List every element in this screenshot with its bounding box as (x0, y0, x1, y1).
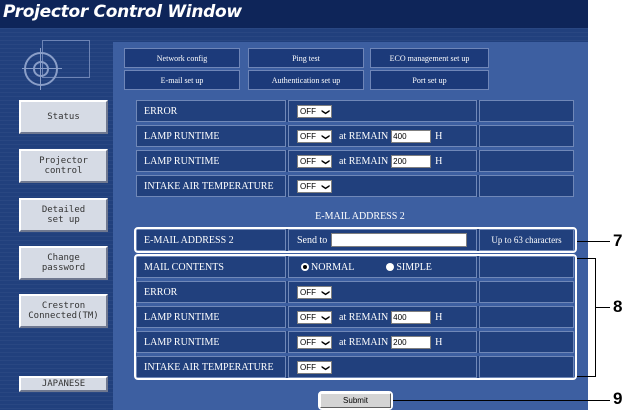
addr1-lamp1-label: LAMP RUNTIME (136, 125, 286, 147)
tab-ping-test[interactable]: Ping test (248, 48, 364, 68)
addr1-lamp-runtime-row-1: LAMP RUNTIME OFF ❯ at REMAIN 400 H (136, 125, 574, 147)
chevron-down-icon: ❯ (321, 183, 331, 190)
tab-authentication-setup[interactable]: Authentication set up (248, 70, 364, 90)
addr1-lamp1-select[interactable]: OFF ❯ (297, 129, 332, 143)
callout-number-9: 9 (613, 389, 623, 408)
sidebar-button-crestron-connected[interactable]: Crestron Connected(TM) (19, 294, 108, 328)
callout-leader-8-bottom (577, 376, 595, 377)
chevron-down-icon: ❯ (321, 108, 331, 115)
callout-frame-7 (134, 227, 577, 253)
addr1-error-select[interactable]: OFF ❯ (297, 104, 332, 118)
callout-leader-8 (595, 307, 610, 308)
addr1-lamp1-remain-input[interactable]: 400 (391, 129, 432, 143)
tab-eco-management[interactable]: ECO management set up (370, 48, 489, 68)
callout-number-7: 7 (613, 231, 623, 250)
callout-number-8: 8 (613, 297, 623, 316)
chevron-down-icon: ❯ (321, 133, 331, 140)
sidebar-button-change-password[interactable]: Change password (19, 246, 108, 280)
sidebar-button-japanese[interactable]: JAPANESE (19, 376, 108, 392)
addr1-intake-label: INTAKE AIR TEMPERATURE (136, 175, 286, 197)
chevron-down-icon: ❯ (321, 158, 331, 165)
callout-bracket-8 (595, 258, 596, 377)
callout-leader-7 (577, 241, 610, 242)
addr1-error-label: ERROR (136, 100, 286, 122)
sidebar-button-detailed-setup[interactable]: Detailed set up (19, 198, 108, 232)
projector-logo-icon (22, 38, 94, 90)
addr1-lamp2-label: LAMP RUNTIME (136, 150, 286, 172)
tab-network-config[interactable]: Network config (124, 48, 240, 68)
tab-email-setup[interactable]: E-mail set up (124, 70, 240, 90)
addr1-lamp2-select[interactable]: OFF ❯ (297, 154, 332, 168)
addr1-lamp2-remain-label: at REMAIN (339, 155, 389, 167)
sidebar-button-projector-control[interactable]: Projector control (19, 149, 108, 183)
tab-port-setup[interactable]: Port set up (370, 70, 489, 90)
title-bar: Projector Control Window (0, 0, 588, 28)
window-title: Projector Control Window (3, 2, 242, 22)
addr1-lamp1-remain-label: at REMAIN (339, 130, 389, 142)
submit-button[interactable]: Submit (320, 393, 391, 408)
addr1-lamp1-unit: H (435, 130, 443, 142)
addr1-error-row: ERROR OFF ❯ (136, 100, 574, 122)
callout-frame-8 (134, 254, 577, 380)
callout-leader-9 (393, 400, 610, 401)
email-address-2-section-title: E-MAIL ADDRESS 2 (315, 211, 405, 222)
addr1-lamp-runtime-row-2: LAMP RUNTIME OFF ❯ at REMAIN 200 H (136, 150, 574, 172)
addr1-intake-row: INTAKE AIR TEMPERATURE OFF ❯ (136, 175, 574, 197)
addr1-lamp2-unit: H (435, 155, 443, 167)
addr1-lamp2-remain-input[interactable]: 200 (391, 154, 432, 168)
sidebar-button-status[interactable]: Status (19, 100, 108, 134)
addr1-intake-select[interactable]: OFF ❯ (297, 179, 332, 193)
callout-leader-8-top (577, 258, 595, 259)
